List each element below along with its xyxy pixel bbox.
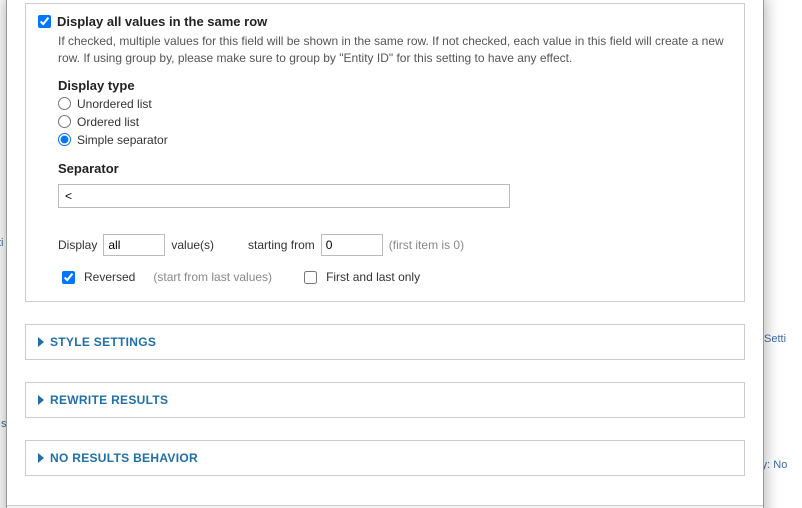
- starting-from-input[interactable]: [321, 234, 383, 256]
- reversed-hint: (start from last values): [153, 270, 272, 284]
- display-type-label: Display type: [58, 78, 732, 93]
- radio-ordered-list[interactable]: Ordered list: [58, 115, 732, 129]
- radio-simple-input[interactable]: [58, 133, 71, 146]
- no-results-behavior-title: NO RESULTS BEHAVIOR: [50, 451, 198, 465]
- first-last-only-label: First and last only: [326, 270, 420, 284]
- chevron-right-icon: [38, 337, 44, 347]
- no-results-behavior-section[interactable]: NO RESULTS BEHAVIOR: [25, 440, 745, 476]
- radio-simple-separator[interactable]: Simple separator: [58, 133, 732, 147]
- dialog-scroll-area[interactable]: Display all values in the same row If ch…: [7, 0, 763, 505]
- multiple-values-fieldset: Display all values in the same row If ch…: [25, 3, 745, 302]
- radio-ordered-label: Ordered list: [77, 115, 139, 129]
- chevron-right-icon: [38, 453, 44, 463]
- display-count-input[interactable]: [103, 234, 165, 256]
- radio-unordered-list[interactable]: Unordered list: [58, 97, 732, 111]
- radio-ordered-input[interactable]: [58, 115, 71, 128]
- reversed-label: Reversed: [84, 270, 135, 284]
- display-count-row: Display value(s) starting from (first it…: [58, 234, 732, 256]
- style-settings-section[interactable]: STYLE SETTINGS: [25, 324, 745, 360]
- display-same-row-label: Display all values in the same row: [57, 14, 267, 29]
- chevron-right-icon: [38, 395, 44, 405]
- separator-input[interactable]: [58, 184, 510, 208]
- rewrite-results-section[interactable]: REWRITE RESULTS: [25, 382, 745, 418]
- values-word: value(s): [171, 238, 214, 252]
- bg-link-settings: Setti: [764, 332, 786, 346]
- first-last-only-checkbox[interactable]: [304, 271, 317, 284]
- reversed-checkbox[interactable]: [62, 271, 75, 284]
- starting-from-label: starting from: [248, 238, 315, 252]
- radio-unordered-label: Unordered list: [77, 97, 152, 111]
- rewrite-results-title: REWRITE RESULTS: [50, 393, 168, 407]
- bg-text-ti: ti: [0, 236, 4, 250]
- starting-from-hint: (first item is 0): [389, 238, 464, 252]
- display-same-row-checkbox[interactable]: [38, 15, 51, 28]
- separator-label: Separator: [58, 161, 732, 176]
- settings-dialog: Display all values in the same row If ch…: [6, 0, 764, 508]
- display-word: Display: [58, 238, 97, 252]
- radio-simple-label: Simple separator: [77, 133, 168, 147]
- display-same-row-help: If checked, multiple values for this fie…: [58, 33, 732, 68]
- radio-unordered-input[interactable]: [58, 97, 71, 110]
- style-settings-title: STYLE SETTINGS: [50, 335, 156, 349]
